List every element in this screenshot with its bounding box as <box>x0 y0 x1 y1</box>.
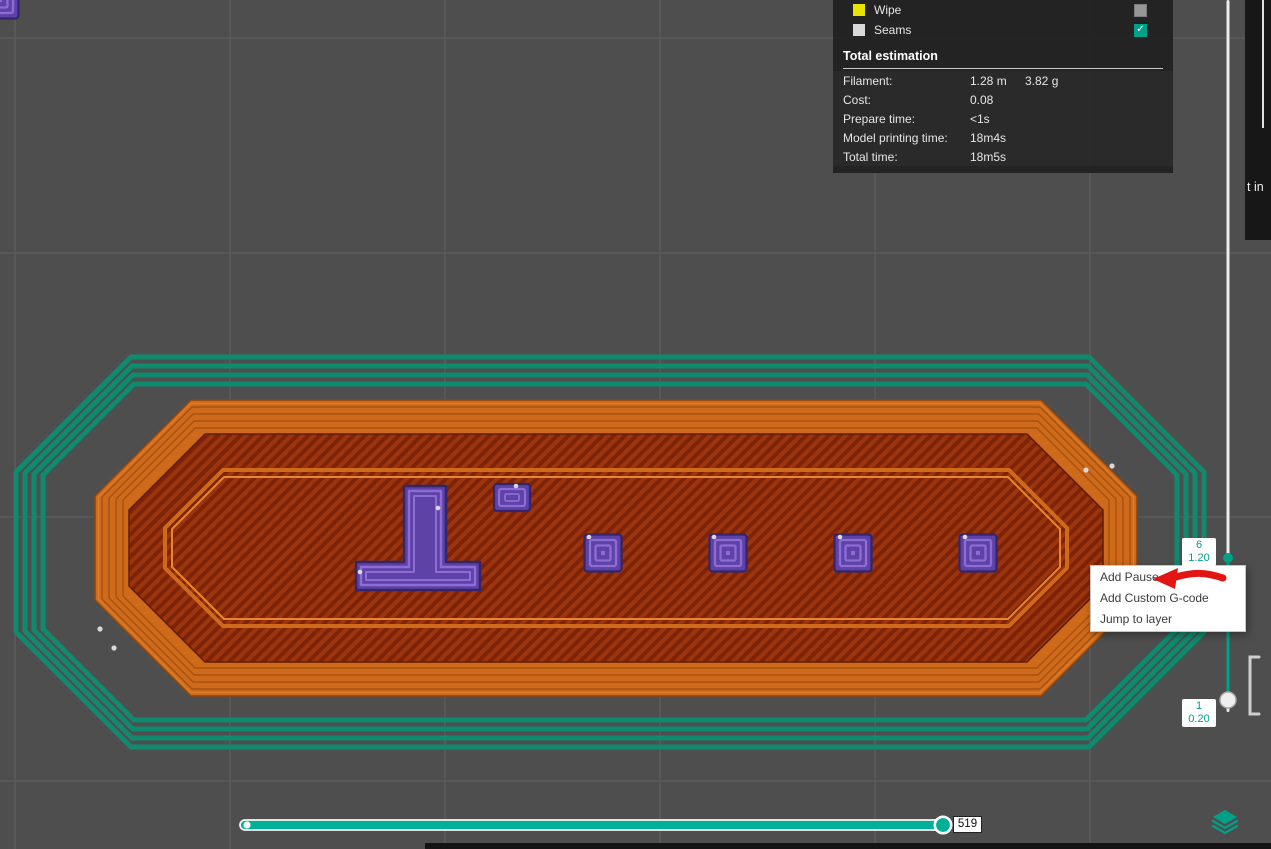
upper-layer-number: 6 <box>1182 539 1216 552</box>
model-square <box>0 0 19 19</box>
model-small-tab <box>494 484 530 511</box>
stat-extra <box>1025 150 1163 164</box>
layer-slider-upper-label: 6 1.20 <box>1182 538 1216 566</box>
layer-slider-lower-label: 1 0.20 <box>1182 699 1216 727</box>
total-estimation-title: Total estimation <box>833 40 1173 68</box>
seams-visibility-checkbox[interactable]: ✓ <box>1134 24 1147 37</box>
side-panel-edge: t in <box>1245 0 1271 240</box>
lower-layer-height: 0.20 <box>1182 713 1216 726</box>
legend-item-wipe[interactable]: Wipe <box>833 0 1173 20</box>
stat-extra <box>1025 93 1163 107</box>
legend-item-seams[interactable]: Seams ✓ <box>833 20 1173 40</box>
stat-value: 18m4s <box>970 131 1025 145</box>
wipe-visibility-checkbox[interactable] <box>1134 4 1147 17</box>
stat-value: 1.28 m <box>970 74 1025 88</box>
menu-item-jump-to-layer[interactable]: Jump to layer <box>1091 609 1245 630</box>
stat-label: Prepare time: <box>843 112 970 126</box>
stat-extra: 3.82 g <box>1025 74 1163 88</box>
stat-row-cost: Cost: 0.08 <box>833 90 1173 109</box>
stat-row-filament: Filament: 1.28 m 3.82 g <box>833 71 1173 90</box>
move-slider-value: 519 <box>953 816 982 833</box>
move-slider-track[interactable] <box>240 820 951 830</box>
stat-value: <1s <box>970 112 1025 126</box>
menu-item-add-pause[interactable]: Add Pause <box>1091 567 1245 588</box>
move-slider-start-cap <box>243 821 250 828</box>
gcode-legend-panel: Wipe Seams ✓ Total estimation Filament: … <box>833 0 1173 173</box>
side-scrollbar[interactable] <box>1262 0 1264 128</box>
layer-slider-context-menu: Add Pause Add Custom G-code Jump to laye… <box>1090 565 1246 632</box>
layer-slider-upper-handle[interactable] <box>1223 553 1233 563</box>
lower-layer-number: 1 <box>1182 700 1216 713</box>
stat-label: Cost: <box>843 93 970 107</box>
stat-label: Filament: <box>843 74 970 88</box>
slicer-preview-window: Wipe Seams ✓ Total estimation Filament: … <box>0 0 1271 849</box>
legend-item-label: Seams <box>874 23 911 37</box>
bottom-status-strip <box>425 843 1271 849</box>
stat-extra <box>1025 112 1163 126</box>
stat-row-total-time: Total time: 18m5s <box>833 147 1173 166</box>
seams-color-swatch <box>853 24 865 36</box>
model-square <box>710 535 747 572</box>
horizontal-move-slider[interactable] <box>240 817 951 833</box>
stat-extra <box>1025 131 1163 145</box>
stat-label: Model printing time: <box>843 131 970 145</box>
stat-row-prepare-time: Prepare time: <1s <box>833 109 1173 128</box>
side-panel-cutoff-text: t in <box>1247 180 1264 194</box>
move-slider-handle[interactable] <box>935 817 951 833</box>
divider <box>843 68 1163 69</box>
wipe-color-swatch <box>853 4 865 16</box>
stat-label: Total time: <box>843 150 970 164</box>
upper-layer-height: 1.20 <box>1182 552 1216 565</box>
stat-row-model-printing-time: Model printing time: 18m4s <box>833 128 1173 147</box>
stat-value: 0.08 <box>970 93 1025 107</box>
model-square <box>585 535 622 572</box>
model-square <box>835 535 872 572</box>
layer-slider-lower-handle[interactable] <box>1220 692 1236 708</box>
legend-item-label: Wipe <box>874 3 901 17</box>
menu-item-add-custom-gcode[interactable]: Add Custom G-code <box>1091 588 1245 609</box>
model-square <box>960 535 997 572</box>
stat-value: 18m5s <box>970 150 1025 164</box>
